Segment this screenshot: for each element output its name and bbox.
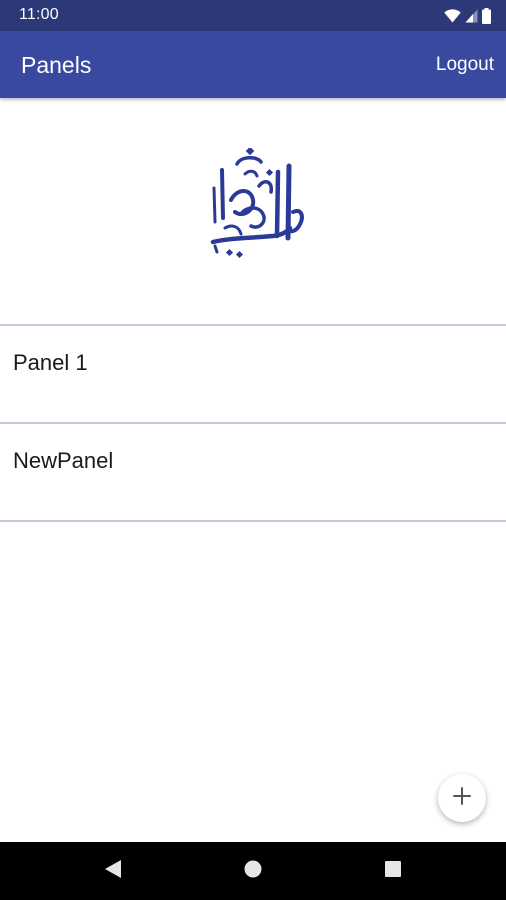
status-icons bbox=[444, 7, 491, 24]
panel-label: Panel 1 bbox=[13, 350, 88, 375]
logout-button[interactable]: Logout bbox=[436, 54, 494, 76]
back-icon bbox=[104, 859, 122, 884]
wifi-icon bbox=[444, 8, 461, 23]
status-bar: 11:00 bbox=[0, 0, 506, 31]
add-panel-button[interactable] bbox=[438, 774, 486, 822]
list-item[interactable]: Panel 1 bbox=[0, 326, 506, 422]
logo-area bbox=[0, 98, 506, 324]
signal-icon bbox=[465, 9, 478, 23]
page-title: Panels bbox=[21, 52, 92, 78]
list-item[interactable]: NewPanel bbox=[0, 424, 506, 520]
plus-icon bbox=[453, 786, 471, 810]
app-bar: Panels Logout bbox=[0, 31, 506, 98]
recents-button[interactable] bbox=[353, 842, 433, 900]
divider bbox=[0, 520, 506, 522]
recents-icon bbox=[384, 860, 402, 883]
back-button[interactable] bbox=[73, 842, 153, 900]
calligraphy-logo bbox=[181, 146, 327, 268]
status-time: 11:00 bbox=[19, 6, 59, 23]
battery-icon bbox=[482, 7, 491, 24]
panel-label: NewPanel bbox=[13, 448, 114, 473]
home-button[interactable] bbox=[213, 842, 293, 900]
navigation-bar bbox=[0, 842, 506, 900]
home-icon bbox=[244, 860, 262, 883]
